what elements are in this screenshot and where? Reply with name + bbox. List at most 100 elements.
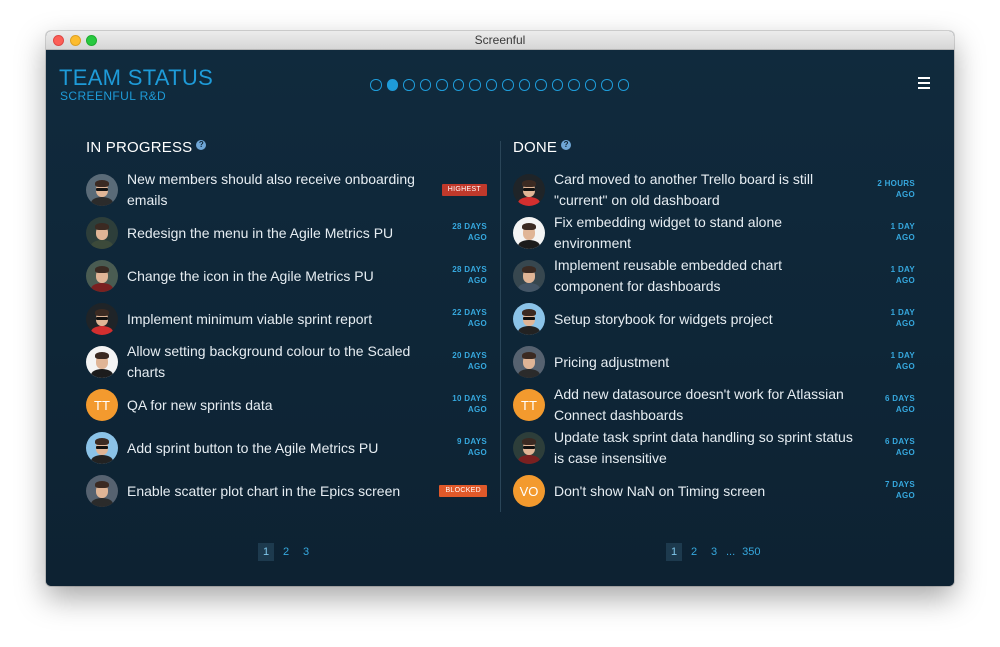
hamburger-menu-icon[interactable] [918,77,930,89]
avatar-initials: VO [513,475,545,507]
task-age: 1 DAY AGO [890,222,915,242]
page-button-last[interactable]: 350 [739,543,763,561]
task-card[interactable]: Card moved to another Trello board is st… [513,169,915,211]
in-progress-pagination: 123 [258,543,314,561]
page-title: TEAM STATUS [59,65,214,90]
task-age: 7 DAYS AGO [885,480,915,500]
minimize-window-button[interactable] [70,35,81,46]
done-heading: DONE? [513,139,572,156]
task-card[interactable]: Enable scatter plot chart in the Epics s… [86,470,487,512]
slide-dot[interactable] [584,79,596,91]
task-card[interactable]: Redesign the menu in the Agile Metrics P… [86,212,487,254]
task-card[interactable]: Change the icon in the Agile Metrics PU 2… [86,255,487,297]
slide-dot[interactable] [419,79,431,91]
avatar [86,174,118,206]
priority-badge: HIGHEST [441,184,487,196]
slide-dot[interactable] [601,79,613,91]
task-title: New members should also receive onboardi… [127,171,415,208]
help-icon[interactable]: ? [196,140,207,150]
task-title: Card moved to another Trello board is st… [554,171,814,208]
slide-dot[interactable] [469,79,481,91]
slide-dot[interactable] [568,79,580,91]
title-bar: Screenful [46,31,954,50]
window-title: Screenful [474,33,526,47]
priority-badge: BLOCKED [439,485,487,497]
task-title: Redesign the menu in the Agile Metrics P… [127,224,394,241]
slide-dot[interactable] [436,79,448,91]
team-name: SCREENFUL R&D [60,89,167,103]
task-card[interactable]: Allow setting background colour to the S… [86,341,487,383]
task-card[interactable]: Implement reusable embedded chart compon… [513,255,915,297]
task-title: Update task sprint data handling so spri… [554,429,853,466]
slide-dot[interactable] [535,79,547,91]
slide-dot[interactable] [502,79,514,91]
page-button[interactable]: 3 [298,543,314,561]
slide-dot[interactable] [551,79,563,91]
task-title: Enable scatter plot chart in the Epics s… [127,482,401,499]
done-heading-label: DONE [513,139,558,156]
avatar [86,475,118,507]
slide-dot[interactable] [518,79,530,91]
task-age: 20 DAYS AGO [452,351,487,371]
task-card[interactable]: New members should also receive onboardi… [86,169,487,211]
slide-dot[interactable] [370,79,382,91]
task-card[interactable]: Fix embedding widget to stand alone envi… [513,212,915,254]
maximize-window-button[interactable] [86,35,97,46]
task-card[interactable]: Setup storybook for widgets project 1 DAY… [513,298,915,340]
task-card[interactable]: TT QA for new sprints data 10 DAYS AGO [86,384,487,426]
slide-dot[interactable] [485,79,497,91]
task-card[interactable]: Update task sprint data handling so spri… [513,427,915,469]
task-title: QA for new sprints data [127,396,273,413]
task-title: Allow setting background colour to the S… [127,343,411,380]
page-ellipsis: ... [726,546,736,558]
avatar [513,303,545,335]
task-age: 28 DAYS AGO [452,265,487,285]
page-button[interactable]: 1 [666,543,682,561]
task-title: Add new datasource doesn't work for Atla… [554,386,844,423]
avatar [86,346,118,378]
task-age: 1 DAY AGO [890,351,915,371]
avatar [86,260,118,292]
done-pagination: 1 2 3... 350 [666,543,764,561]
task-age: 6 DAYS AGO [885,394,915,414]
page-button[interactable]: 1 [258,543,274,561]
avatar [513,346,545,378]
avatar-initials: TT [513,389,545,421]
task-age: 1 DAY AGO [890,265,915,285]
slide-dot[interactable] [617,79,629,91]
task-age: 10 DAYS AGO [452,394,487,414]
avatar-initials: TT [86,389,118,421]
task-age: 28 DAYS AGO [452,222,487,242]
close-window-button[interactable] [53,35,64,46]
task-card[interactable]: Pricing adjustment 1 DAY AGO [513,341,915,383]
app-window: Screenful TEAM STATUS SCREENFUL R&D IN P… [46,31,954,586]
avatar [513,174,545,206]
task-title: Add sprint button to the Agile Metrics P… [127,439,379,456]
task-card[interactable]: TT Add new datasource doesn't work for At… [513,384,915,426]
task-title: Setup storybook for widgets project [554,310,773,327]
task-title: Don't show NaN on Timing screen [554,482,766,499]
task-card[interactable]: Implement minimum viable sprint report 22… [86,298,487,340]
slide-dot[interactable] [452,79,464,91]
task-card[interactable]: VO Don't show NaN on Timing screen 7 DAYS A… [513,470,915,512]
slide-dot[interactable] [403,79,415,91]
slide-dot[interactable] [386,79,398,91]
task-card[interactable]: Add sprint button to the Agile Metrics P… [86,427,487,469]
avatar [86,432,118,464]
in-progress-heading: IN PROGRESS? [86,139,207,156]
page-button[interactable]: 2 [278,543,294,561]
task-age: 9 DAYS AGO [457,437,487,457]
task-title: Pricing adjustment [554,353,670,370]
avatar [86,303,118,335]
avatar [513,432,545,464]
task-title: Change the icon in the Agile Metrics PU [127,267,374,284]
task-title: Implement minimum viable sprint report [127,310,373,327]
slide-indicator [370,79,629,91]
page-button[interactable]: 2 [686,543,702,561]
dashboard: TEAM STATUS SCREENFUL R&D IN PROGRESS? D… [46,50,954,586]
help-icon[interactable]: ? [561,140,572,150]
avatar [513,217,545,249]
page-button[interactable]: 3 [706,543,722,561]
in-progress-heading-label: IN PROGRESS [86,139,193,156]
task-title: Fix embedding widget to stand alone envi… [554,214,783,251]
